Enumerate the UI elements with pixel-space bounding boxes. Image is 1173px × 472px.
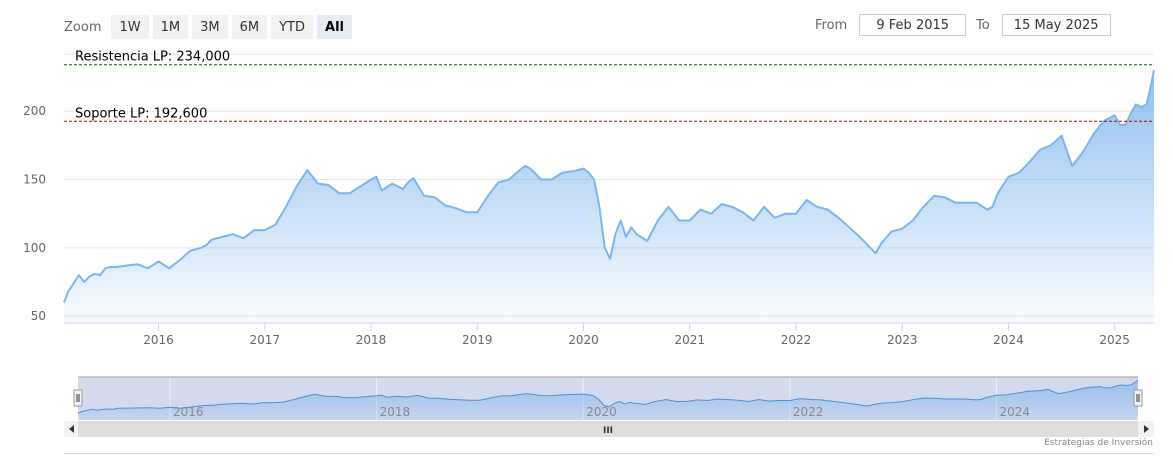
price-chart: Resistencia LP: 234,000 Soporte LP: 192,6… bbox=[23, 50, 1155, 437]
resistance-label: Resistencia LP: 234,000 bbox=[75, 50, 230, 65]
price-area-fill bbox=[64, 70, 1154, 323]
x-tick-label: 2016 bbox=[143, 333, 174, 347]
x-tick-label: 2023 bbox=[887, 333, 918, 347]
x-tick-label: 2024 bbox=[993, 333, 1024, 347]
navigator-right-handle[interactable] bbox=[1133, 389, 1143, 407]
handle-body bbox=[73, 389, 83, 407]
support-label: Soporte LP: 192,600 bbox=[75, 106, 207, 121]
x-tick-label: 2025 bbox=[1099, 333, 1130, 347]
y-tick-label: 150 bbox=[23, 173, 46, 187]
y-tick-label: 200 bbox=[23, 104, 46, 118]
navigator-tick-label: 2016 bbox=[173, 405, 204, 419]
x-axis: 2016 2017 2018 2019 2020 2021 2022 2023 2024 2025 bbox=[64, 322, 1154, 347]
y-axis: 50 100 150 200 bbox=[23, 104, 46, 323]
x-tick-label: 2022 bbox=[781, 333, 812, 347]
x-tick-label: 2019 bbox=[462, 333, 493, 347]
x-tick-label: 2017 bbox=[250, 333, 281, 347]
y-tick-label: 50 bbox=[31, 309, 46, 323]
x-tick-label: 2018 bbox=[356, 333, 387, 347]
area-layer bbox=[64, 70, 1154, 323]
navigator-tick-label: 2022 bbox=[793, 405, 824, 419]
navigator-tick-label: 2018 bbox=[380, 405, 411, 419]
handle-body bbox=[1133, 389, 1143, 407]
plotlines-layer: Resistencia LP: 234,000 Soporte LP: 192,6… bbox=[64, 50, 1154, 122]
navigator: 2016 2018 2020 2022 2024 III bbox=[64, 376, 1154, 437]
navigator-tick-label: 2024 bbox=[999, 405, 1030, 419]
bottom-rule bbox=[64, 453, 1154, 454]
scrollbar-grip: III bbox=[603, 426, 613, 436]
chart-credit: Estrategias de Inversión bbox=[1044, 438, 1153, 448]
x-tick-label: 2021 bbox=[674, 333, 705, 347]
x-tick-label: 2020 bbox=[568, 333, 599, 347]
navigator-left-handle[interactable] bbox=[73, 389, 83, 407]
navigator-scrollbar: III bbox=[64, 421, 1154, 437]
y-tick-label: 100 bbox=[23, 241, 46, 255]
navigator-tick-label: 2020 bbox=[586, 405, 617, 419]
